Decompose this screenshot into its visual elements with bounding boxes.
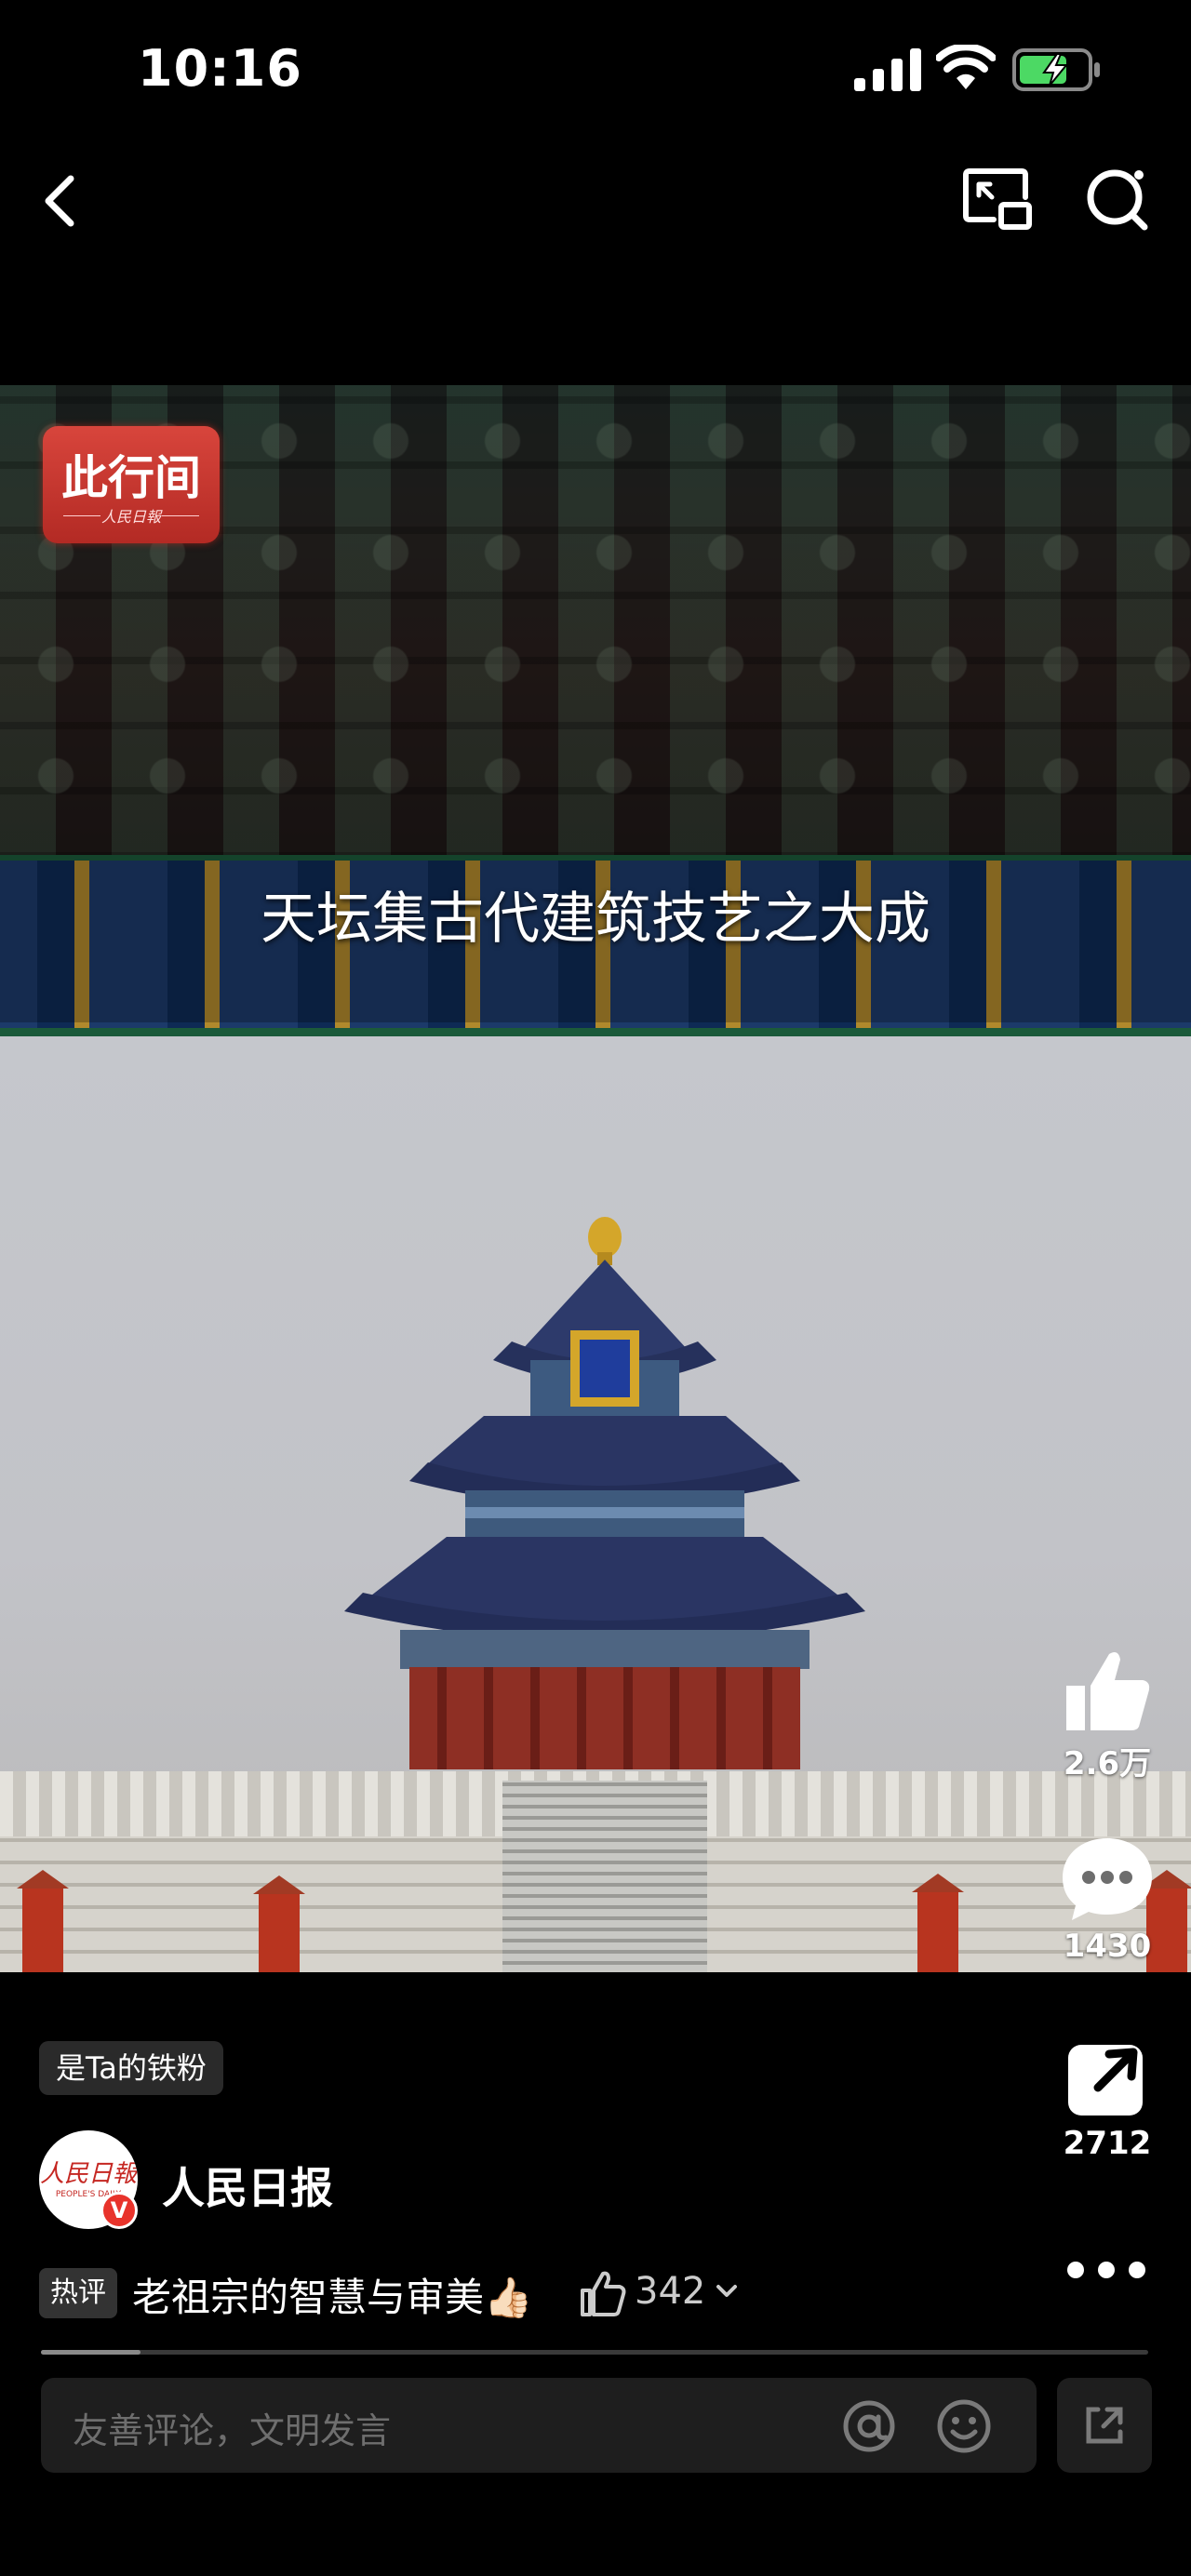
red-lantern — [912, 1874, 964, 1972]
status-time: 10:16 — [138, 39, 302, 98]
expand-button[interactable] — [1057, 2378, 1152, 2473]
comment-like-count: 342 — [635, 2270, 706, 2313]
avatar-logo-text: 人民日報 — [39, 2160, 137, 2188]
like-button[interactable]: 2.6万 — [1051, 1645, 1163, 1783]
hot-comment-text[interactable]: 老祖宗的智慧与审美👍🏻 — [132, 2266, 532, 2323]
hot-comment-tag: 热评 — [39, 2268, 117, 2318]
fan-badge: 是Ta的铁粉 — [39, 2041, 223, 2095]
cellular-signal-icon — [854, 48, 921, 91]
status-bar: 10:16 — [0, 0, 1191, 140]
video-progress-bar[interactable] — [41, 2350, 1148, 2355]
search-icon[interactable] — [1081, 162, 1156, 236]
picture-in-picture-icon[interactable] — [960, 162, 1035, 236]
video-player[interactable]: 此行间 人民日報 天坛集古代建筑技艺之大成 — [0, 385, 1191, 1972]
video-subtitle: 天坛集古代建筑技艺之大成 — [261, 887, 930, 952]
red-lantern — [253, 1875, 305, 1972]
share-button[interactable]: 2712 — [1051, 2034, 1163, 2162]
expand-icon — [1086, 2407, 1123, 2444]
thumbs-up-icon — [1066, 1652, 1150, 1730]
comment-button[interactable]: 1430 — [1051, 1835, 1163, 1965]
back-arrow-icon[interactable] — [30, 164, 95, 238]
red-lantern — [17, 1870, 69, 1972]
comment-count: 1430 — [1063, 1928, 1152, 1965]
comment-bubble-icon — [1063, 1838, 1152, 1920]
comment-like-icon[interactable] — [577, 2268, 627, 2318]
comment-input-box[interactable]: 友善评论，文明发言 — [41, 2378, 1037, 2473]
share-count: 2712 — [1063, 2125, 1152, 2162]
logo-title: 此行间 — [61, 451, 201, 505]
mention-at-icon[interactable] — [841, 2398, 897, 2454]
top-nav — [0, 149, 1191, 251]
like-count: 2.6万 — [1063, 1745, 1152, 1782]
share-icon — [1068, 2045, 1143, 2116]
battery-charging-icon — [1012, 48, 1100, 91]
more-options-icon[interactable] — [1064, 2251, 1148, 2289]
channel-logo-badge: 此行间 人民日報 — [43, 426, 220, 543]
emoji-icon[interactable] — [936, 2398, 992, 2454]
verified-mark: V — [110, 2197, 128, 2223]
logo-subtitle: 人民日報 — [100, 508, 161, 526]
comment-input-placeholder[interactable]: 友善评论，文明发言 — [73, 2402, 391, 2453]
video-progress-fill — [41, 2350, 141, 2355]
author-name[interactable]: 人民日报 — [162, 2155, 333, 2216]
chevron-down-icon[interactable] — [713, 2277, 741, 2305]
wifi-icon — [936, 45, 996, 89]
verified-badge-icon: V — [100, 2192, 138, 2229]
stone-stairs — [502, 1781, 707, 1972]
